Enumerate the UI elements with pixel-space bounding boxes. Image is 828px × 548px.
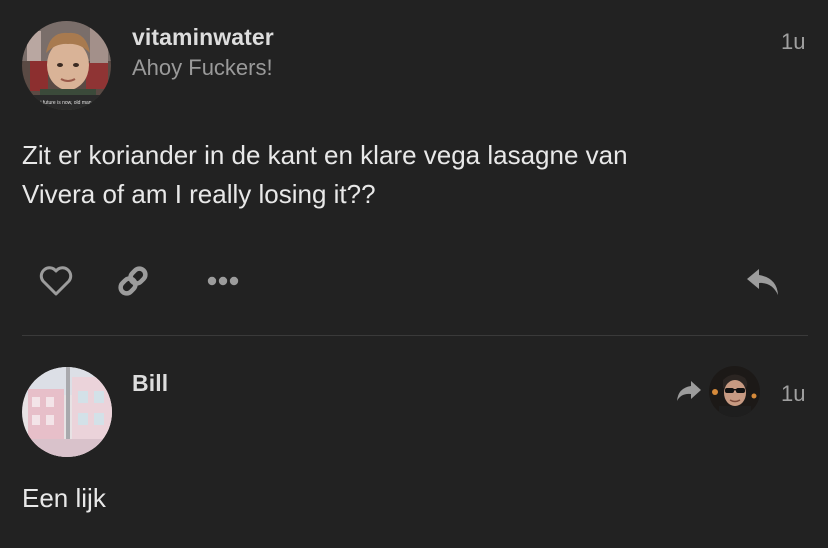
post-body: Zit er koriander in de kant en klare veg… — [22, 136, 802, 214]
more-icon — [207, 276, 239, 286]
post-timestamp[interactable]: 1u — [781, 29, 805, 55]
post-body-line: Zit er koriander in de kant en klare veg… — [22, 140, 628, 170]
like-button[interactable] — [34, 261, 78, 301]
post-username[interactable]: vitaminwater — [132, 24, 274, 51]
reply-button[interactable] — [741, 262, 785, 302]
avatar-caption: i future is now, old man — [40, 100, 91, 106]
post-divider — [22, 335, 808, 336]
reply-icon — [747, 269, 778, 295]
post-timestamp[interactable]: 1u — [781, 381, 805, 407]
more-actions-button[interactable] — [201, 263, 245, 299]
avatar[interactable]: i future is now, old man — [22, 21, 111, 110]
share-icon — [677, 381, 701, 401]
avatar[interactable] — [709, 366, 760, 417]
avatar[interactable] — [22, 367, 112, 457]
copy-link-button[interactable] — [111, 261, 155, 301]
post-body-line: Een lijk — [22, 483, 106, 513]
topic-page: i future is now, old man vitaminwater Ah… — [0, 0, 828, 548]
heart-icon — [39, 266, 73, 296]
post-username[interactable]: Bill — [132, 370, 168, 397]
link-icon — [118, 266, 148, 296]
post-body: Een lijk — [22, 479, 802, 518]
post-body-line: Vivera of am I really losing it?? — [22, 179, 376, 209]
reply-to-indicator[interactable] — [674, 377, 704, 405]
user-title: Ahoy Fuckers! — [132, 55, 273, 80]
